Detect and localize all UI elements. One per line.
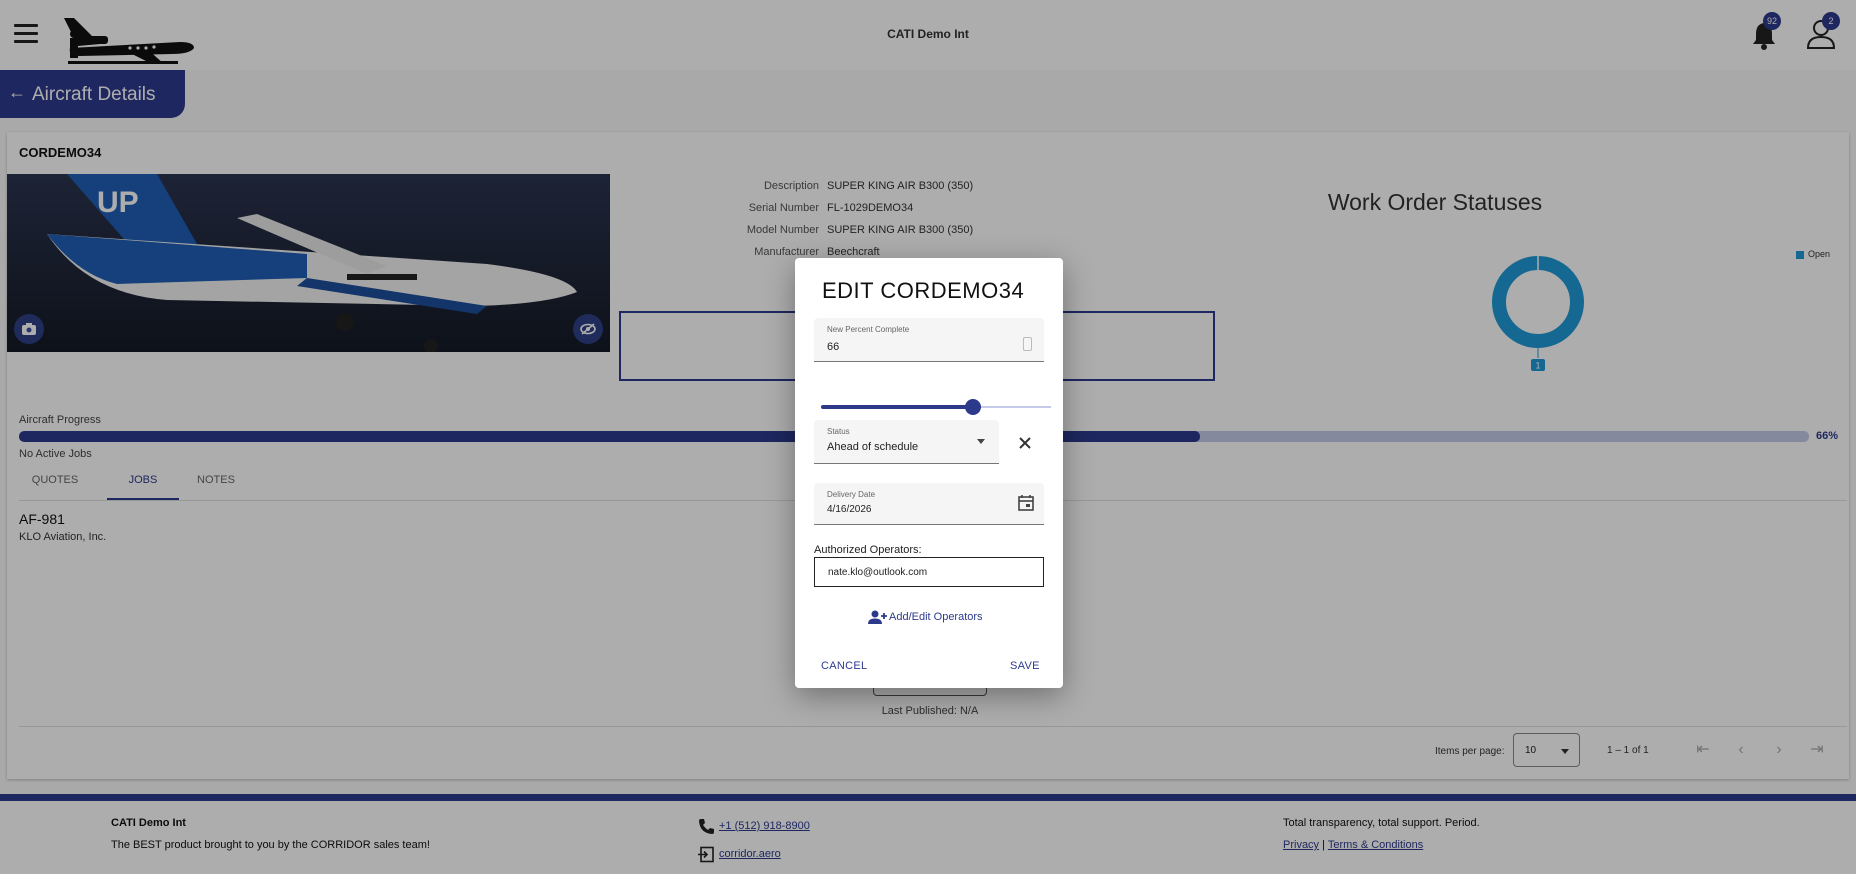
slider-fill <box>821 405 973 409</box>
operator-email: nate.klo@outlook.com <box>828 567 928 578</box>
dialog-title: EDIT CORDEMO34 <box>822 278 1025 303</box>
chevron-down-icon <box>977 439 985 444</box>
delivery-date-value[interactable]: 4/16/2026 <box>827 504 872 515</box>
delivery-date-label: Delivery Date <box>827 490 876 499</box>
calendar-icon[interactable] <box>1018 494 1034 511</box>
status-label: Status <box>827 427 850 436</box>
edit-aircraft-dialog: EDIT CORDEMO34 New Percent Complete 66 S… <box>795 258 1063 688</box>
percent-slider[interactable] <box>821 397 1051 417</box>
add-person-icon <box>868 610 887 624</box>
slider-thumb[interactable] <box>964 399 981 415</box>
percent-complete-label: New Percent Complete <box>827 325 910 334</box>
authorized-operators-label: Authorized Operators: <box>814 544 922 556</box>
percent-complete-value[interactable]: 66 <box>827 341 839 353</box>
status-value: Ahead of schedule <box>827 441 919 453</box>
add-edit-operators-label: Add/Edit Operators <box>889 611 983 623</box>
close-icon[interactable] <box>1014 432 1036 454</box>
cancel-button[interactable]: CANCEL <box>821 660 867 672</box>
number-spinner-icon[interactable] <box>1023 337 1032 351</box>
save-button[interactable]: SAVE <box>1010 660 1040 672</box>
delivery-date-field[interactable]: Delivery Date 4/16/2026 <box>814 483 1044 525</box>
percent-complete-field[interactable]: New Percent Complete 66 <box>814 318 1044 362</box>
authorized-operators-field[interactable]: nate.klo@outlook.com <box>814 557 1044 587</box>
status-select[interactable]: Status Ahead of schedule <box>814 420 999 464</box>
